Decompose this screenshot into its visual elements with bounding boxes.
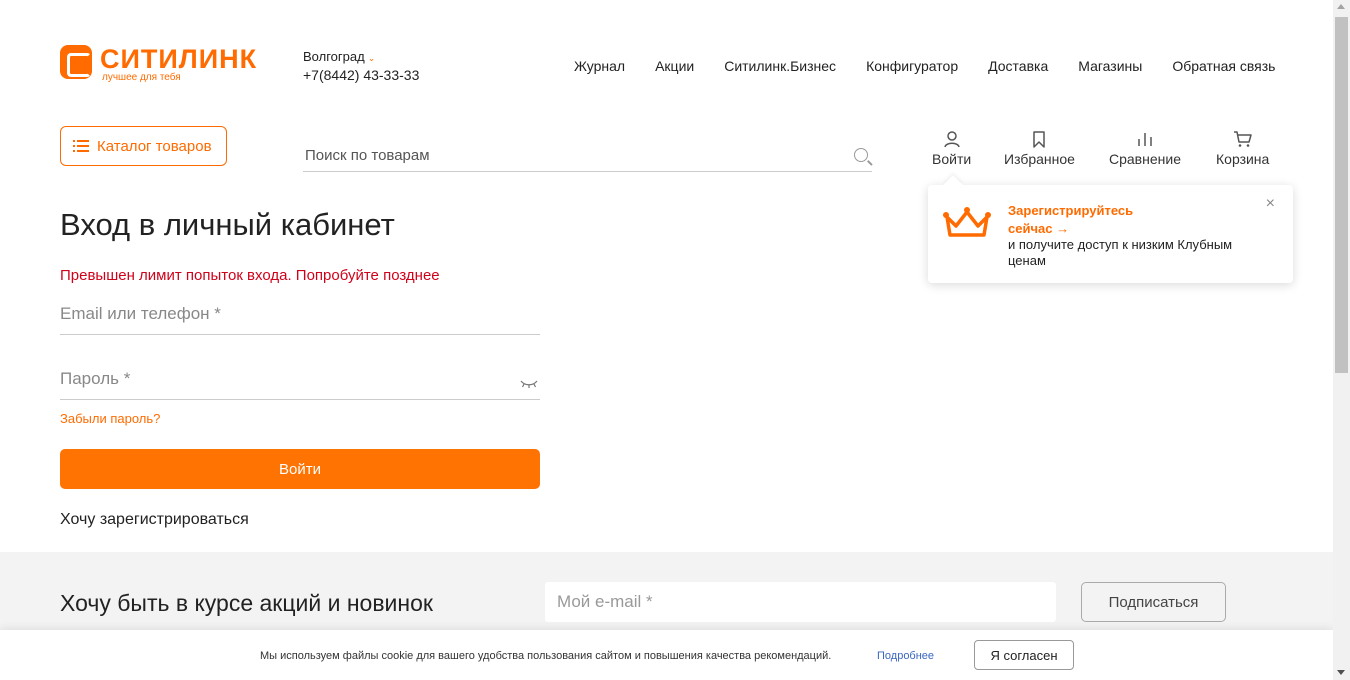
nav-item-stores[interactable]: Магазины [1078, 58, 1142, 74]
scroll-down-icon[interactable] [1337, 670, 1345, 675]
logo[interactable]: СИТИЛИНК лучшее для тебя [60, 45, 257, 83]
subscribe-button[interactable]: Подписаться [1081, 582, 1226, 622]
search-bar [303, 140, 872, 172]
nav-item-feedback[interactable]: Обратная связь [1172, 58, 1275, 74]
email-field-wrapper [60, 295, 540, 335]
phone-number[interactable]: +7(8442) 43-33-33 [303, 67, 419, 83]
nav-item-promotions[interactable]: Акции [655, 58, 694, 74]
search-input[interactable] [303, 140, 823, 170]
login-error-message: Превышен лимит попыток входа. Попробуйте… [60, 267, 440, 284]
password-field-wrapper [60, 360, 540, 400]
nav-item-delivery[interactable]: Доставка [988, 58, 1048, 74]
nav-item-journal[interactable]: Журнал [574, 58, 625, 74]
forgot-password-link[interactable]: Забыли пароль? [60, 411, 160, 426]
cart-icon [1233, 131, 1252, 147]
catalog-label: Каталог товаров [97, 137, 212, 155]
top-nav: Журнал Акции Ситилинк.Бизнес Конфигурато… [574, 58, 1275, 74]
cookie-accept-button[interactable]: Я согласен [974, 640, 1074, 670]
eye-closed-icon[interactable] [520, 380, 538, 388]
nav-item-business[interactable]: Ситилинк.Бизнес [724, 58, 836, 74]
user-icon [943, 131, 960, 148]
scroll-up-icon[interactable] [1337, 4, 1345, 9]
crown-icon [943, 207, 991, 237]
favorites-action-label: Избранное [1004, 151, 1075, 167]
scrollbar[interactable] [1333, 0, 1350, 680]
login-action-label: Войти [932, 151, 972, 167]
nav-item-configurator[interactable]: Конфигуратор [866, 58, 958, 74]
chevron-down-icon: ⌄ [367, 53, 376, 63]
cookie-more-link[interactable]: Подробнее [877, 650, 934, 662]
catalog-button[interactable]: Каталог товаров [60, 126, 227, 166]
compare-action-label: Сравнение [1109, 151, 1181, 167]
city-label: Волгоград [303, 49, 365, 64]
register-link[interactable]: Хочу зарегистрироваться [60, 511, 249, 529]
close-icon[interactable]: × [1266, 195, 1275, 213]
logo-name: СИТИЛИНК [100, 44, 258, 74]
subscribe-email-field[interactable] [545, 582, 1056, 622]
cookie-text: Мы используем файлы cookie для вашего уд… [260, 650, 832, 662]
page-title: Вход в личный кабинет [60, 207, 395, 242]
register-description: и получите доступ к низким Клубным ценам [1008, 237, 1233, 268]
bookmark-icon [1033, 131, 1046, 148]
subscribe-title: Хочу быть в курсе акций и новинок [60, 590, 433, 616]
register-now-link[interactable]: Зарегистрируйтесь сейчас → [1008, 202, 1158, 238]
favorites-action[interactable]: Избранное [1004, 130, 1075, 167]
search-icon[interactable] [854, 148, 868, 162]
list-icon [73, 140, 89, 152]
compare-action[interactable]: Сравнение [1109, 130, 1181, 167]
bar-chart-icon [1138, 133, 1152, 146]
scroll-thumb[interactable] [1335, 17, 1348, 373]
register-popup: Зарегистрируйтесь сейчас → и получите до… [928, 185, 1293, 283]
cookie-banner: Мы используем файлы cookie для вашего уд… [0, 630, 1333, 680]
email-field[interactable] [60, 295, 500, 333]
login-action[interactable]: Войти [932, 130, 971, 167]
cart-action[interactable]: Корзина [1216, 130, 1269, 167]
logo-icon [60, 45, 92, 79]
city-selector[interactable]: Волгоград ⌄ [303, 49, 375, 64]
cart-action-label: Корзина [1216, 151, 1270, 167]
password-field[interactable] [60, 360, 500, 398]
login-button[interactable]: Войти [60, 449, 540, 489]
